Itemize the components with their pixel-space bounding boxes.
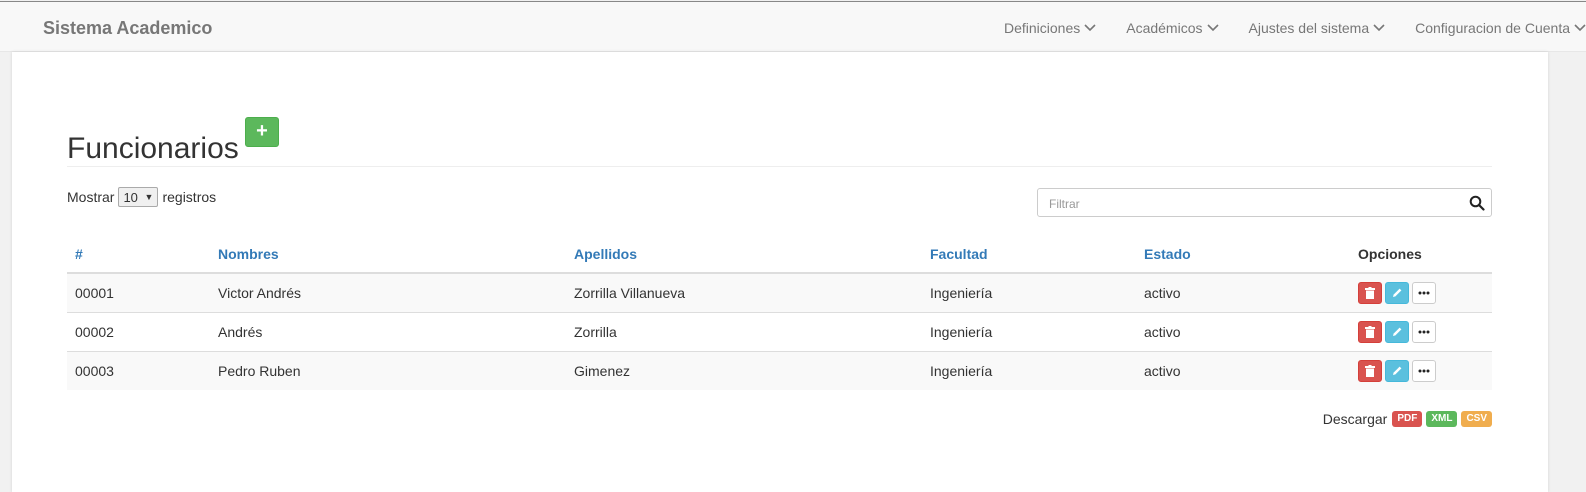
ellipsis-icon (1418, 369, 1430, 373)
cell-estado: activo (1136, 350, 1350, 390)
trash-icon (1365, 364, 1375, 377)
nav-item-label: Ajustes del sistema (1248, 19, 1370, 36)
chevron-down-icon (1206, 23, 1219, 31)
add-funcionario-button[interactable]: + (245, 117, 279, 147)
cell-nombres: Pedro Ruben (210, 350, 566, 390)
cell-apellidos: Zorrilla (566, 311, 922, 351)
cell-estado: activo (1136, 311, 1350, 351)
cell-opciones (1350, 311, 1492, 351)
more-options-button[interactable] (1412, 281, 1436, 304)
nav-item-label: Definiciones (1003, 19, 1081, 36)
pencil-icon (1393, 327, 1402, 336)
table-row: 00002 Andrés Zorrilla Ingeniería activo (67, 311, 1492, 351)
col-header-estado[interactable]: Estado (1136, 235, 1350, 274)
page-header: Funcionarios + (67, 112, 1492, 167)
table-row: 00001 Victor Andrés Zorrilla Villanueva … (67, 272, 1492, 312)
plus-icon: + (256, 120, 268, 142)
more-options-button[interactable] (1412, 359, 1436, 382)
pencil-icon (1393, 366, 1402, 375)
more-options-button[interactable] (1412, 320, 1436, 343)
length-prefix: Mostrar (67, 189, 115, 205)
delete-button[interactable] (1358, 320, 1382, 343)
nav-definiciones[interactable]: Definiciones (1004, 20, 1096, 36)
nav-item-label: Configuracion de Cuenta (1415, 19, 1570, 36)
cell-facultad: Ingeniería (922, 350, 1136, 390)
col-header-nombres[interactable]: Nombres (210, 235, 566, 274)
cell-id: 00002 (67, 311, 210, 351)
cell-id: 00003 (67, 350, 210, 390)
cell-facultad: Ingeniería (922, 311, 1136, 351)
cell-apellidos: Zorrilla Villanueva (566, 272, 922, 312)
col-header-apellidos[interactable]: Apellidos (566, 235, 922, 274)
trash-icon (1365, 286, 1375, 299)
cell-estado: activo (1136, 272, 1350, 312)
chevron-down-icon (1084, 23, 1096, 31)
page-title: Funcionarios (67, 132, 239, 166)
records-per-page: Mostrar 10 ▼ registros (67, 187, 216, 207)
top-navbar: Sistema Academico Definiciones Académico… (0, 1, 1586, 52)
brand-link[interactable]: Sistema Academico (43, 18, 212, 39)
cell-nombres: Andrés (210, 311, 566, 351)
cell-nombres: Victor Andrés (210, 272, 566, 312)
length-value: 10 (123, 189, 138, 205)
table-header-row: # Nombres Apellidos Facultad Estado Opci… (67, 235, 1492, 274)
nav-ajustes-sistema[interactable]: Ajustes del sistema (1249, 20, 1386, 36)
dropdown-arrow-icon: ▼ (144, 192, 154, 202)
nav-configuracion-cuenta[interactable]: Configuracion de Cuenta (1415, 20, 1586, 36)
pencil-icon (1393, 288, 1402, 297)
download-options: Descargar PDF XML CSV (1323, 411, 1492, 427)
cell-opciones (1350, 272, 1492, 312)
ellipsis-icon (1418, 291, 1430, 295)
trash-icon (1365, 325, 1375, 338)
length-select[interactable]: 10 ▼ (118, 187, 159, 207)
download-xml-badge[interactable]: XML (1426, 411, 1458, 427)
edit-button[interactable] (1385, 320, 1409, 343)
delete-button[interactable] (1358, 359, 1382, 382)
download-label: Descargar (1322, 411, 1388, 427)
nav-item-label: Académicos (1126, 19, 1203, 36)
cell-id: 00001 (67, 272, 210, 312)
ellipsis-icon (1418, 330, 1430, 333)
col-header-opciones: Opciones (1350, 235, 1492, 274)
nav-menu: Definiciones Académicos Ajustes del sist… (974, 2, 1586, 53)
search-icon[interactable] (1469, 195, 1485, 211)
filter-placeholder: Filtrar (1049, 197, 1080, 211)
chevron-down-icon (1373, 23, 1385, 31)
length-suffix: registros (162, 189, 217, 205)
funcionarios-table: # Nombres Apellidos Facultad Estado Opci… (67, 235, 1492, 390)
download-pdf-badge[interactable]: PDF (1392, 411, 1423, 427)
filter-input[interactable]: Filtrar (1037, 188, 1492, 217)
edit-button[interactable] (1385, 359, 1409, 382)
nav-academicos[interactable]: Académicos (1126, 19, 1219, 36)
cell-apellidos: Gimenez (566, 350, 922, 390)
col-header-facultad[interactable]: Facultad (922, 235, 1136, 274)
cell-facultad: Ingeniería (922, 272, 1136, 312)
content-panel: Funcionarios + Mostrar 10 ▼ registros Fi… (12, 52, 1548, 492)
chevron-down-icon (1574, 23, 1586, 31)
table-row: 00003 Pedro Ruben Gimenez Ingeniería act… (67, 350, 1492, 390)
cell-opciones (1350, 350, 1492, 390)
delete-button[interactable] (1358, 281, 1382, 304)
col-header-id[interactable]: # (67, 235, 210, 274)
edit-button[interactable] (1385, 281, 1409, 304)
download-csv-badge[interactable]: CSV (1461, 411, 1492, 427)
